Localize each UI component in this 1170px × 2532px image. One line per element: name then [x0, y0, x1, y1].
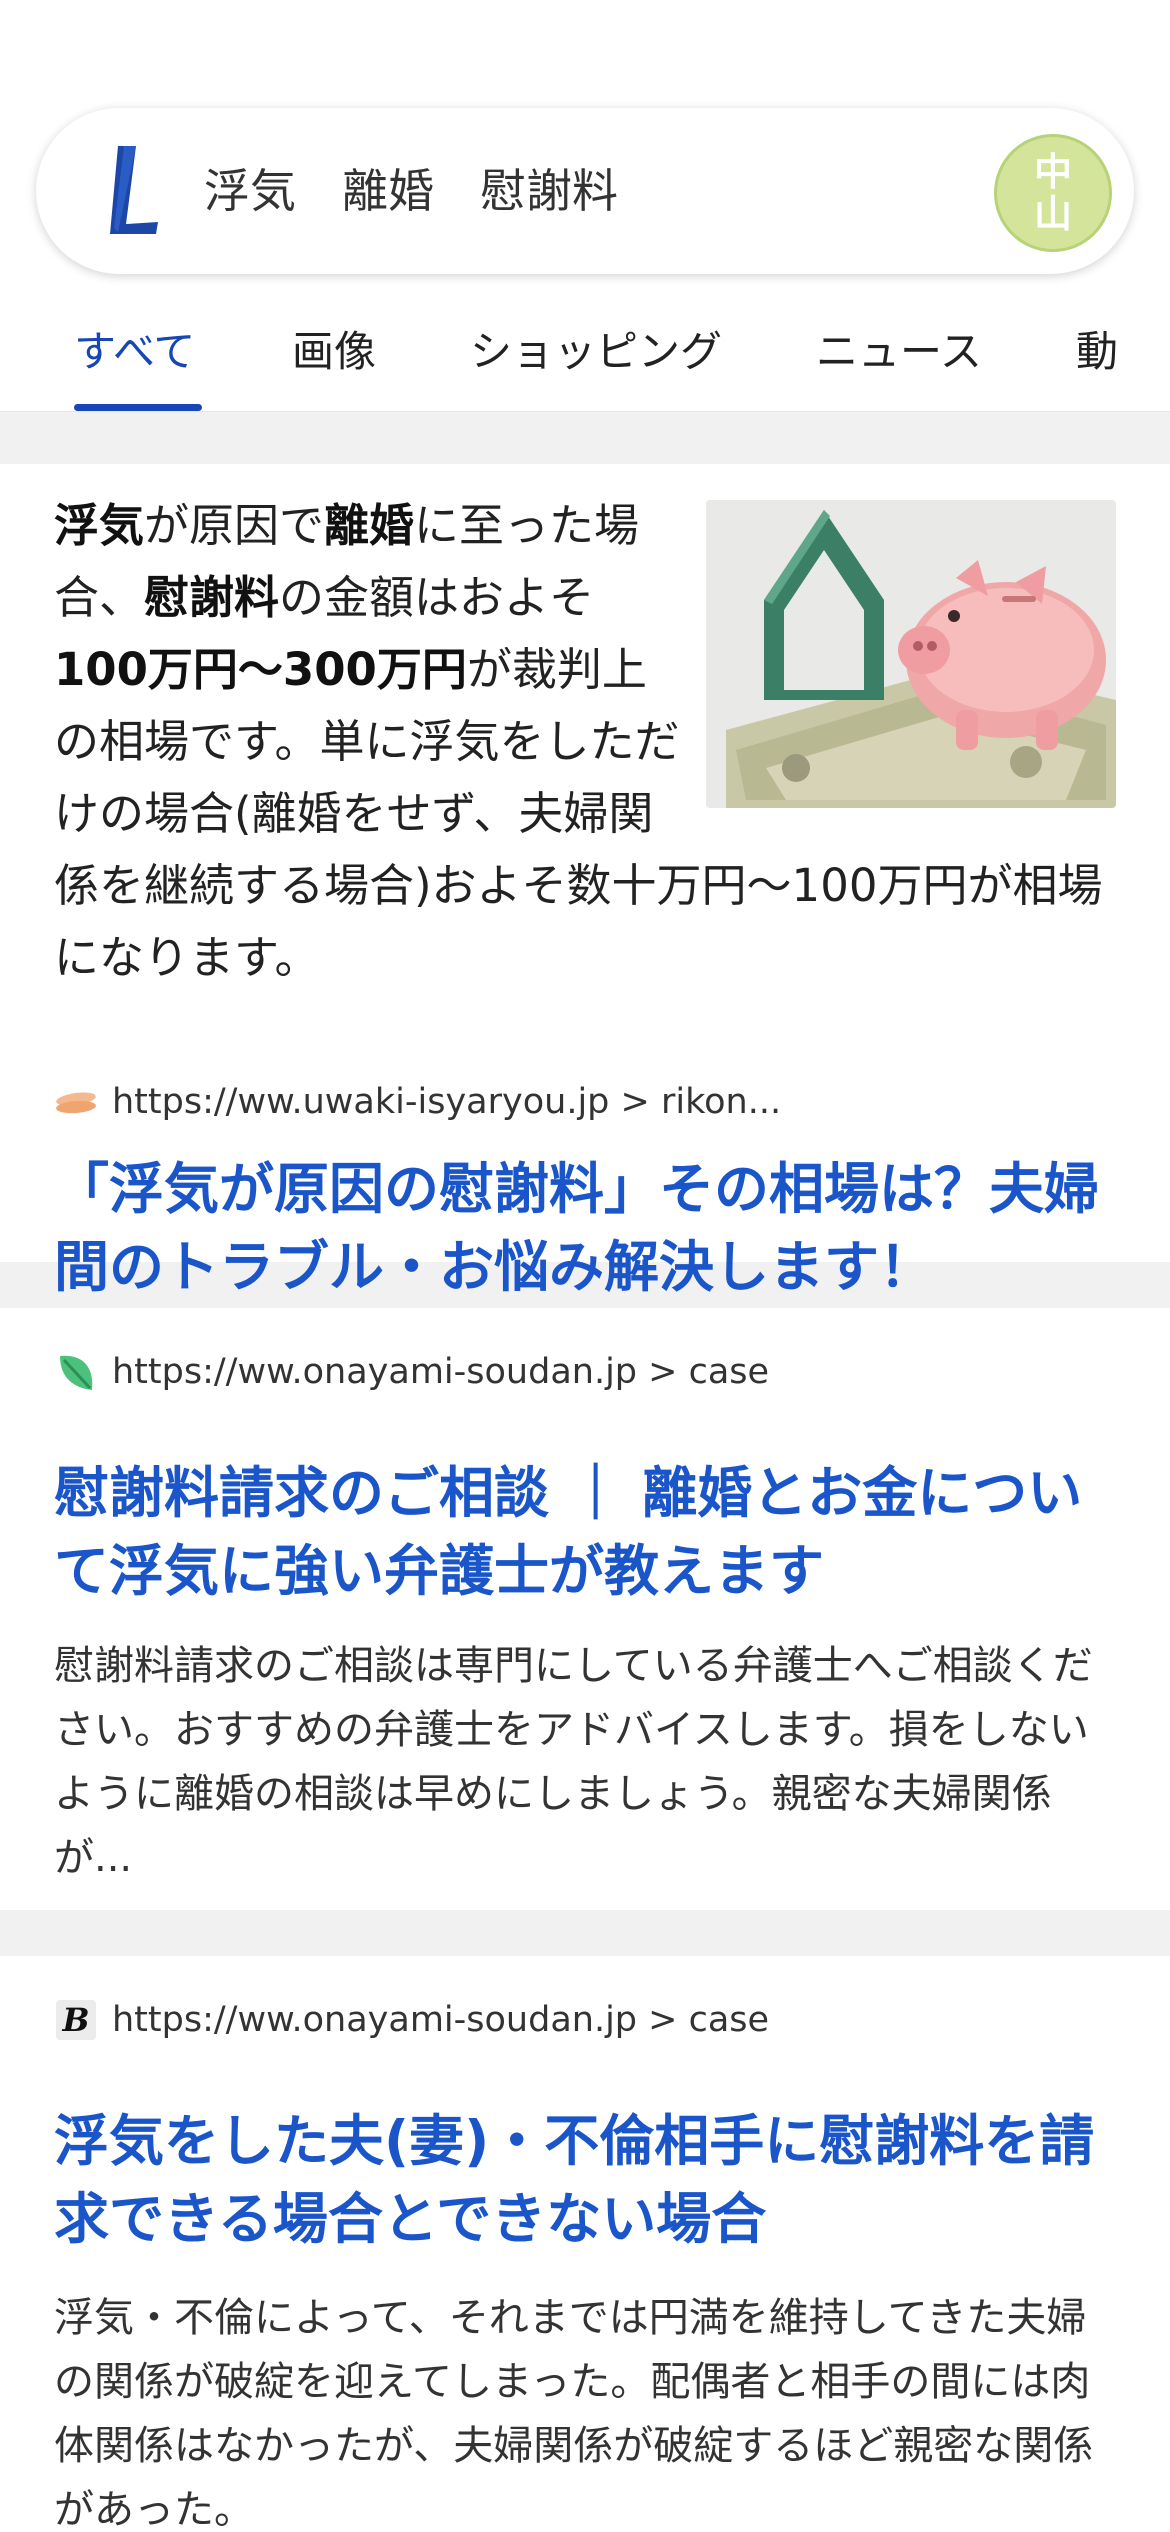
search-tabs: すべて 画像 ショッピング ニュース 動 [0, 300, 1170, 412]
snippet-text: が原因で [144, 499, 325, 552]
result-source-row[interactable]: https://ww.onayami-soudan.jp > case [54, 1342, 769, 1402]
featured-snippet-text: 浮気が原因で離婚に至った場合、慰謝料の金額はおよそ100万円〜300万円が裁判上… [54, 490, 1116, 994]
search-engine-logo-icon[interactable] [96, 138, 186, 248]
active-tab-indicator [74, 404, 202, 411]
search-result-card: https://ww.onayami-soudan.jp > case 慰謝料請… [0, 1308, 1170, 1910]
b-logo-icon: B [54, 1998, 98, 2042]
snippet-highlight: 浮気 [54, 499, 145, 552]
leaf-icon [54, 1350, 98, 1394]
result-source-url[interactable]: https://ww.onayami-soudan.jp > case [112, 2000, 769, 2040]
result-description: 慰謝料請求のご相談は専門にしている弁護士へご相談ください。おすすめの弁護士をアド… [54, 1643, 1093, 1881]
avatar-initials: 中山 [1033, 150, 1072, 236]
search-query-text[interactable]: 浮気 離婚 慰謝料 [204, 108, 618, 274]
featured-snippet-image[interactable] [706, 500, 1116, 808]
featured-source-url[interactable]: https://ww.uwaki-isyaryou.jp > rikon... [112, 1082, 781, 1122]
tab-news[interactable]: ニュース [816, 318, 982, 379]
result-title-link[interactable]: 慰謝料請求のご相談 ｜ 離婚とお金について浮気に強い弁護士が教えます [54, 1454, 1124, 1610]
search-bar[interactable]: 浮気 離婚 慰謝料 中山 [36, 108, 1134, 274]
result-source-url[interactable]: https://ww.onayami-soudan.jp > case [112, 1352, 769, 1392]
featured-source-row[interactable]: https://ww.uwaki-isyaryou.jp > rikon... [54, 1072, 781, 1132]
tab-all[interactable]: すべて [74, 318, 195, 379]
site-favicon-icon [54, 1080, 98, 1124]
snippet-highlight: 離婚 [324, 499, 415, 552]
search-results-page: 浮気 離婚 慰謝料 中山 すべて 画像 ショッピング ニュース 動 浮気が原因で… [0, 0, 1170, 2532]
snippet-highlight: 100万円〜300万円 [54, 643, 467, 696]
result-title-link[interactable]: 浮気をした夫(妻)・不倫相手に慰謝料を請求できる場合とできない場合 [54, 2102, 1124, 2258]
snippet-highlight: 慰謝料 [144, 571, 280, 624]
tab-videos[interactable]: 動 [1076, 318, 1118, 379]
search-header: 浮気 離婚 慰謝料 中山 すべて 画像 ショッピング ニュース 動 [0, 0, 1170, 412]
featured-snippet-card: 浮気が原因で離婚に至った場合、慰謝料の金額はおよそ100万円〜300万円が裁判上… [0, 464, 1170, 1299]
user-avatar[interactable]: 中山 [994, 134, 1112, 252]
result-description: 浮気・不倫によって、それまでは円満を維持してきた夫婦の関係が破綻を迎えてしまった… [54, 2295, 1094, 2532]
tab-shopping[interactable]: ショッピング [470, 318, 722, 379]
tab-images[interactable]: 画像 [292, 318, 376, 379]
snippet-text: の金額はおよそ [279, 571, 595, 624]
search-result-card: B https://ww.onayami-soudan.jp > case 浮気… [0, 1956, 1170, 2532]
featured-result-title-link[interactable]: 「浮気が原因の慰謝料」その相場は？夫婦間のトラブル・お悩み解決します！ [54, 1150, 1124, 1306]
result-source-row[interactable]: B https://ww.onayami-soudan.jp > case [54, 1990, 769, 2050]
